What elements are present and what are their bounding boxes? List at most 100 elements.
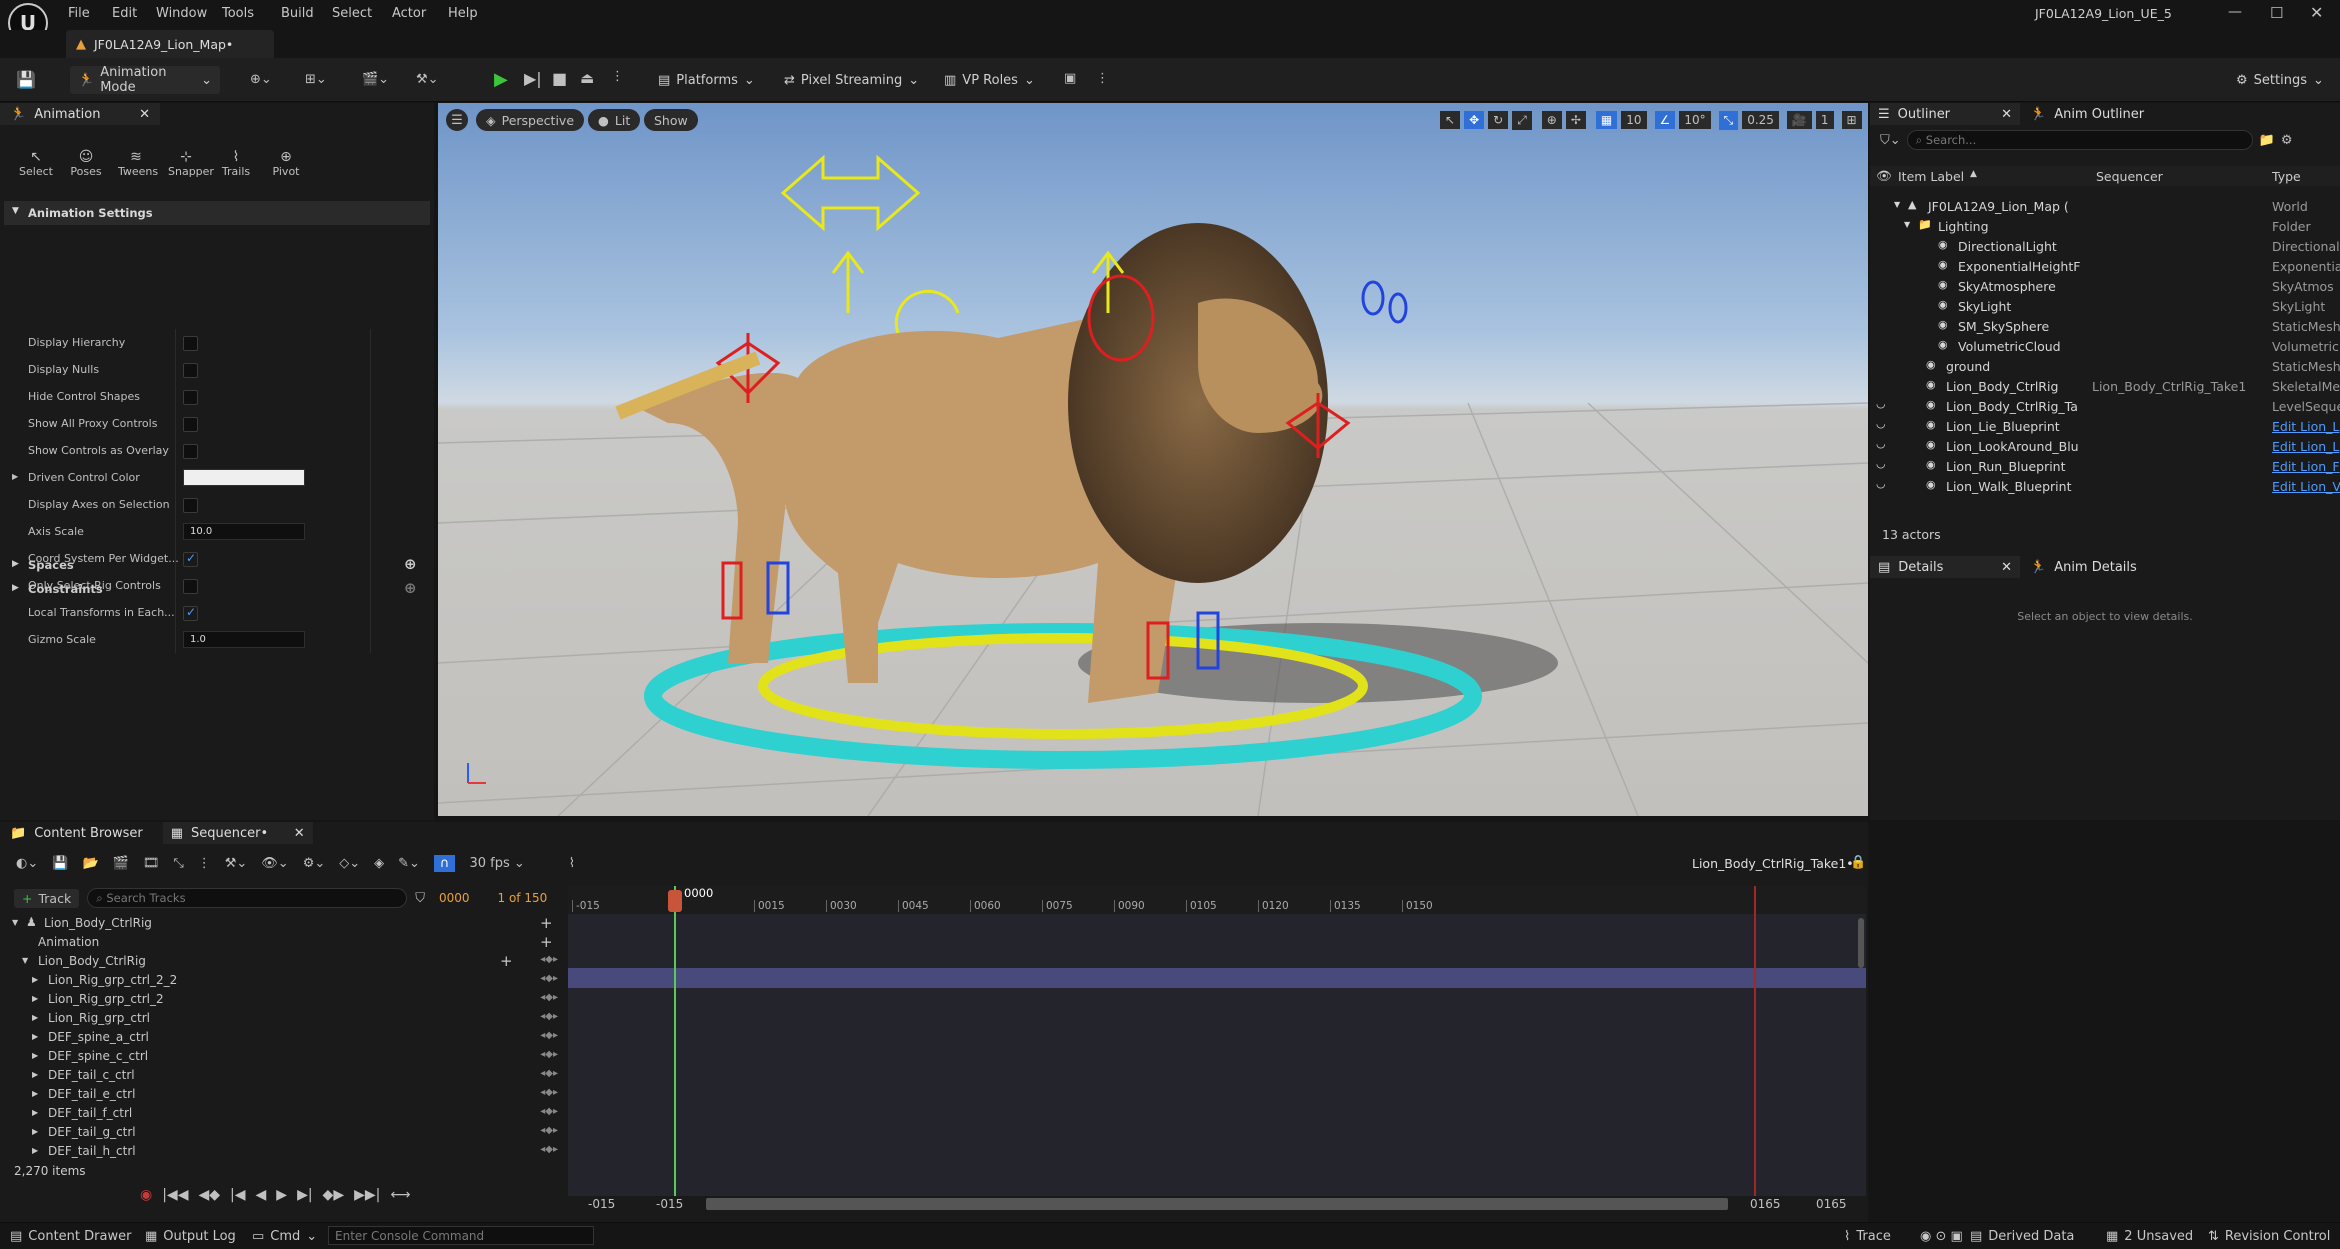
jump-start-icon[interactable]: |◀◀ — [162, 1187, 188, 1203]
filter-icon[interactable]: ⛉ — [415, 891, 425, 906]
add-icon[interactable]: + — [540, 914, 553, 932]
track-row[interactable]: ▶ DEF_tail_e_ctrl ◂◆▸ — [0, 1085, 566, 1104]
key-nav-icon[interactable]: ◂◆▸ — [540, 1144, 558, 1155]
track-row[interactable]: ▶ DEF_tail_h_ctrl ◂◆▸ — [0, 1142, 566, 1161]
outliner-row[interactable]: ◡ ◉ Lion_Run_Blueprint Edit Lion_F — [1870, 456, 2340, 476]
type-cell[interactable]: Edit Lion_F — [2272, 459, 2340, 474]
select-icon[interactable]: ↖ — [1440, 111, 1461, 129]
outliner-row[interactable]: ◉ SkyLight SkyLight — [1870, 296, 2340, 316]
key-icon[interactable]: ◇⌄ — [339, 856, 360, 871]
tool-poses[interactable]: ☺ Poses — [68, 149, 104, 178]
play-icon[interactable]: ▶ — [276, 1187, 287, 1203]
menu-edit[interactable]: Edit — [112, 6, 137, 21]
tool-tweens[interactable]: ≋ Tweens — [118, 149, 158, 178]
type-header[interactable]: Type — [2272, 169, 2301, 184]
item-label-header[interactable]: Item Label — [1898, 169, 1964, 184]
chevron-down-icon[interactable]: ▼ — [1904, 220, 1910, 229]
animation-tab[interactable]: 🏃 Animation ✕ — [0, 103, 160, 125]
add-icon[interactable]: + — [540, 933, 553, 951]
key-nav-icon[interactable]: ◂◆▸ — [540, 992, 558, 1003]
camera-speed-value[interactable]: 1 — [1815, 111, 1834, 129]
camera-icon[interactable]: 🎥 — [1786, 111, 1812, 129]
curve-editor-icon[interactable]: ⌇ — [569, 856, 575, 871]
add-icon[interactable]: ⊕ — [404, 579, 417, 597]
blueprint-icon[interactable]: ⊞⌄ — [305, 72, 327, 87]
property-checkbox[interactable] — [183, 363, 198, 378]
menu-build[interactable]: Build — [281, 6, 314, 21]
level-tab[interactable]: ▲ JF0LA12A9_Lion_Map• — [66, 30, 274, 58]
visibility-icon[interactable]: ◡ — [1876, 417, 1886, 430]
cmd-dropdown[interactable]: ▭ Cmd ⌄ — [252, 1229, 317, 1244]
range-start-a[interactable]: -015 — [588, 1197, 615, 1211]
prev-key-icon[interactable]: ◀◆ — [198, 1187, 220, 1203]
tool-trails[interactable]: ⌇ Trails — [218, 149, 254, 178]
animation-settings-header[interactable]: ▼ Animation Settings — [4, 201, 430, 225]
record-status-icons[interactable]: ◉ ⊙ ▣ — [1920, 1229, 1963, 1244]
stop-icon[interactable]: ■ — [552, 69, 567, 88]
color-swatch[interactable] — [183, 469, 305, 486]
current-frame[interactable]: 0000 — [439, 891, 470, 905]
track-search-input[interactable]: ⌕ Search Tracks — [87, 888, 408, 908]
outliner-row[interactable]: ◉ SM_SkySphere StaticMesh — [1870, 316, 2340, 336]
chevron-right-icon[interactable]: ▶ — [32, 1108, 38, 1117]
rig-track-bar[interactable] — [568, 968, 1866, 988]
visibility-icon[interactable]: 👁 — [1876, 168, 1892, 184]
eject-icon[interactable]: ⏏ — [580, 69, 594, 87]
details-tab[interactable]: ▤ Details ✕ — [1870, 556, 2020, 578]
outliner-row[interactable]: ◉ ground StaticMesh — [1870, 356, 2340, 376]
move-icon[interactable]: ✥ — [1464, 111, 1485, 129]
type-cell[interactable]: Edit Lion_V — [2272, 479, 2340, 494]
key-nav-icon[interactable]: ◂◆▸ — [540, 1087, 558, 1098]
track-row[interactable]: ▶ DEF_spine_c_ctrl ◂◆▸ — [0, 1047, 566, 1066]
world-icon[interactable]: ◐⌄ — [16, 856, 38, 871]
viewport-scene[interactable] — [438, 103, 1868, 816]
grid-snap-icon[interactable]: ▦ — [1595, 111, 1618, 129]
trace-button[interactable]: ⌇ Trace — [1844, 1229, 1891, 1244]
track-row[interactable]: ▶ DEF_tail_f_ctrl ◂◆▸ — [0, 1104, 566, 1123]
tool-pivot[interactable]: ⊕ Pivot — [268, 149, 304, 178]
play-icon[interactable]: ▶ — [494, 69, 508, 90]
chevron-right-icon[interactable]: ▶ — [32, 1127, 38, 1136]
timeline-area[interactable]: -015 0015 0030 0045 0060 0075 0090 0105 0120 0135… — [568, 886, 1866, 1196]
more-options-icon[interactable]: ⋮ — [198, 856, 211, 871]
jump-end-icon[interactable]: ▶▶| — [354, 1187, 380, 1203]
menu-select[interactable]: Select — [332, 6, 372, 21]
sequencer-tab[interactable]: ▦ Sequencer• ✕ — [162, 822, 313, 844]
type-cell[interactable]: Edit Lion_L — [2272, 419, 2340, 434]
monitor-icon[interactable]: ▣ — [1064, 71, 1076, 86]
add-icon[interactable]: ⊕ — [404, 555, 417, 573]
save-icon[interactable]: 💾 — [52, 856, 68, 871]
close-icon[interactable]: ✕ — [2001, 560, 2012, 575]
find-asset-icon[interactable]: 📂 — [82, 856, 98, 871]
advance-frame-icon[interactable]: ▶| — [524, 69, 542, 88]
outliner-row[interactable]: ◡ ◉ Lion_LookAround_Blu Edit Lion_L — [1870, 436, 2340, 456]
property-checkbox[interactable] — [183, 336, 198, 351]
gear-icon[interactable]: ⚙ — [2281, 133, 2293, 148]
chevron-right-icon[interactable]: ▶ — [32, 1146, 38, 1155]
angle-snap-value[interactable]: 10° — [1679, 111, 1711, 129]
chevron-right-icon[interactable]: ▶ — [32, 975, 38, 984]
next-key-icon[interactable]: ◆▶ — [323, 1187, 345, 1203]
lock-icon[interactable]: 🔒 — [1850, 855, 1866, 870]
chevron-down-icon[interactable]: ▼ — [1894, 200, 1900, 209]
property-checkbox[interactable] — [183, 444, 198, 459]
track-row[interactable]: ▶ Lion_Rig_grp_ctrl ◂◆▸ — [0, 1009, 566, 1028]
key-nav-icon[interactable]: ◂◆▸ — [540, 1049, 558, 1060]
close-icon[interactable]: ✕ — [2310, 3, 2323, 22]
more-options-icon[interactable]: ⋮ — [1096, 71, 1109, 86]
timeline-ruler[interactable]: -015 0015 0030 0045 0060 0075 0090 0105 0120 0135… — [568, 886, 1866, 914]
visibility-icon[interactable]: ◡ — [1876, 397, 1886, 410]
settings-dropdown[interactable]: ⚙ Settings ⌄ — [2228, 66, 2332, 94]
chevron-right-icon[interactable]: ▶ — [12, 472, 18, 481]
property-checkbox[interactable] — [183, 605, 198, 621]
scale-snap-value[interactable]: 0.25 — [1742, 111, 1779, 129]
console-input[interactable]: Enter Console Command — [328, 1226, 594, 1245]
range-end-b[interactable]: 0165 — [1816, 1197, 1847, 1211]
anim-details-tab[interactable]: 🏃 Anim Details — [2030, 560, 2137, 575]
outliner-row[interactable]: ▼ 📁 Lighting Folder — [1870, 216, 2340, 236]
track-row[interactable]: ▶ Lion_Rig_grp_ctrl_2_2 ◂◆▸ — [0, 971, 566, 990]
type-cell[interactable]: Edit Lion_L — [2272, 439, 2340, 454]
outliner-row[interactable]: ◉ SkyAtmosphere SkyAtmos — [1870, 276, 2340, 296]
pixel-streaming-dropdown[interactable]: ⇄ Pixel Streaming ⌄ — [776, 66, 927, 94]
chevron-right-icon[interactable]: ▶ — [32, 994, 38, 1003]
